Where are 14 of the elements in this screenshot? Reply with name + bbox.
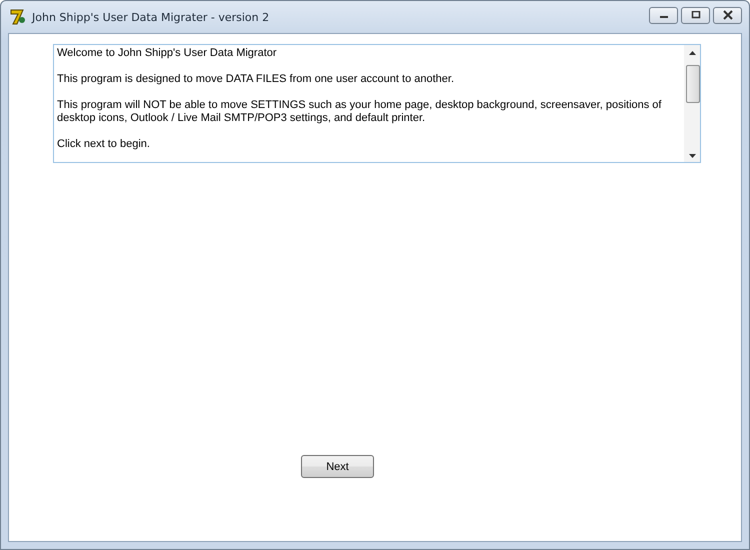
- maximize-button[interactable]: [681, 6, 710, 24]
- window-title: John Shipp's User Data Migrater - version 2: [32, 10, 270, 24]
- scrollbar-thumb[interactable]: [686, 65, 700, 103]
- close-icon: [722, 10, 734, 20]
- next-button[interactable]: Next: [301, 455, 374, 478]
- message-paragraph: Welcome to John Shipp's User Data Migrator: [57, 47, 278, 60]
- minimize-button[interactable]: [649, 6, 678, 24]
- app-icon: [9, 8, 27, 26]
- message-paragraph: Click next to begin.: [57, 138, 151, 151]
- message-paragraph: This program is designed to move DATA FILES from one user account to another.: [57, 73, 456, 86]
- message-text-area[interactable]: [53, 44, 701, 163]
- close-button[interactable]: [713, 6, 742, 24]
- maximize-icon: [690, 11, 700, 19]
- message-paragraph: This program will NOT be able to move SETTINGS such as your home page, desktop background, screensaver, positions of desktop icons, Outlook / Live Mail SMTP/POP3 settings, and default printer.: [57, 99, 662, 125]
